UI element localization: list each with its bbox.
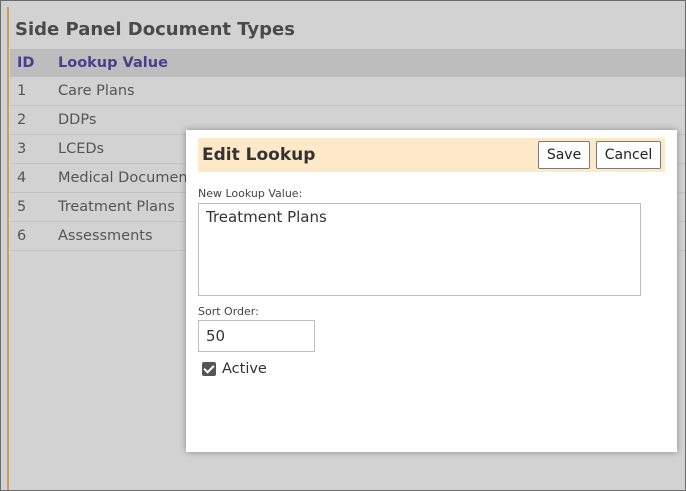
sort-order-input[interactable] bbox=[198, 320, 315, 352]
row-id-cell: 1 bbox=[10, 77, 58, 106]
lookup-value-label: New Lookup Value: bbox=[198, 187, 303, 200]
table-header-row: ID Lookup Value bbox=[10, 49, 685, 77]
row-id-cell: 3 bbox=[10, 134, 58, 164]
row-id-cell: 6 bbox=[10, 221, 58, 251]
panel-accent-border bbox=[7, 7, 9, 490]
table-row[interactable]: 1 Care Plans bbox=[10, 77, 685, 106]
column-header-lookup-value[interactable]: Lookup Value bbox=[58, 49, 685, 77]
save-button[interactable]: Save bbox=[538, 141, 590, 169]
row-value-cell: Care Plans bbox=[58, 77, 685, 106]
active-checkbox[interactable] bbox=[202, 362, 216, 376]
column-header-id[interactable]: ID bbox=[10, 49, 58, 77]
edit-lookup-dialog: Edit Lookup Save Cancel New Lookup Value… bbox=[186, 130, 677, 452]
dialog-header: Edit Lookup Save Cancel bbox=[198, 138, 665, 172]
lookup-value-input[interactable]: Treatment Plans bbox=[198, 203, 641, 296]
row-id-cell: 2 bbox=[10, 105, 58, 135]
active-label: Active bbox=[222, 361, 267, 377]
panel-title: Side Panel Document Types bbox=[15, 19, 295, 40]
row-id-cell: 5 bbox=[10, 192, 58, 222]
cancel-button[interactable]: Cancel bbox=[596, 141, 661, 169]
active-toggle[interactable]: Active bbox=[202, 360, 267, 378]
dialog-title: Edit Lookup bbox=[202, 145, 316, 165]
window-frame: Side Panel Document Types ID Lookup Valu… bbox=[0, 0, 686, 491]
sort-order-label: Sort Order: bbox=[198, 305, 259, 318]
row-id-cell: 4 bbox=[10, 163, 58, 193]
